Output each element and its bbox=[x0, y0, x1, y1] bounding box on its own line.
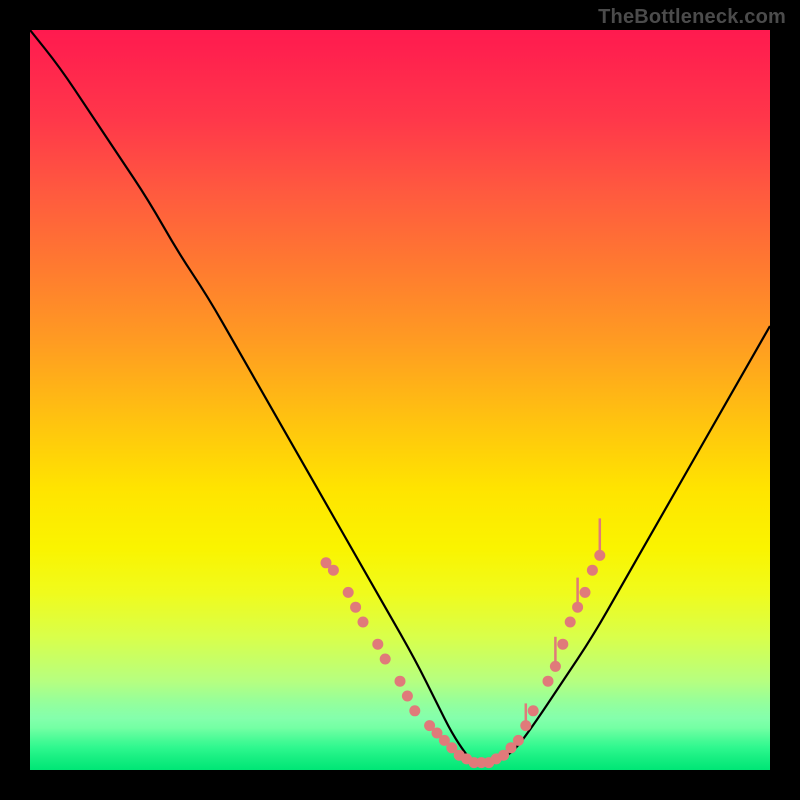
marker-dot bbox=[528, 705, 539, 716]
marker-dot bbox=[372, 639, 383, 650]
curve-layer bbox=[30, 30, 770, 770]
chart-frame: TheBottleneck.com bbox=[0, 0, 800, 800]
marker-dot bbox=[543, 676, 554, 687]
marker-dot bbox=[343, 587, 354, 598]
marker-dot bbox=[402, 691, 413, 702]
marker-dot bbox=[580, 587, 591, 598]
marker-dot bbox=[350, 602, 361, 613]
marker-dot bbox=[395, 676, 406, 687]
marker-dot bbox=[557, 639, 568, 650]
watermark-label: TheBottleneck.com bbox=[598, 6, 786, 29]
marker-dot bbox=[594, 550, 605, 561]
marker-dot bbox=[328, 565, 339, 576]
marker-dot bbox=[513, 735, 524, 746]
marker-dot bbox=[520, 720, 531, 731]
marker-dot bbox=[565, 617, 576, 628]
marker-dot bbox=[572, 602, 583, 613]
bottleneck-curve bbox=[30, 30, 770, 763]
marker-dot bbox=[380, 654, 391, 665]
marker-dot bbox=[358, 617, 369, 628]
marker-dot bbox=[409, 705, 420, 716]
marker-dot bbox=[587, 565, 598, 576]
marker-dots bbox=[321, 550, 606, 768]
plot-area bbox=[30, 30, 770, 770]
marker-spikes bbox=[526, 518, 600, 729]
marker-dot bbox=[550, 661, 561, 672]
